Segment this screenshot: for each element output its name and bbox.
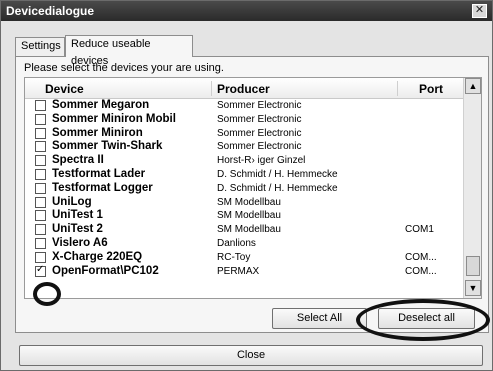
device-checkbox[interactable] bbox=[35, 155, 46, 167]
column-header-producer[interactable]: Producer bbox=[217, 82, 270, 96]
table-row[interactable]: UniTest 1 SM Modellbau bbox=[25, 209, 463, 222]
device-checkbox[interactable] bbox=[35, 113, 46, 125]
device-checkbox[interactable] bbox=[35, 210, 46, 222]
column-divider[interactable] bbox=[211, 81, 212, 96]
device-name: Testformat Lader bbox=[52, 168, 146, 180]
vertical-scrollbar[interactable]: ▲ ▼ bbox=[463, 78, 481, 298]
table-row[interactable]: UniTest 2 SM Modellbau COM1 bbox=[25, 223, 463, 236]
table-row[interactable]: Vislero A6 Danlions bbox=[25, 237, 463, 250]
device-checkbox[interactable] bbox=[35, 127, 46, 139]
device-name: Sommer Twin-Shark bbox=[52, 140, 163, 153]
table-row[interactable]: Sommer Twin-Shark Sommer Electronic bbox=[25, 140, 463, 153]
device-checkbox[interactable] bbox=[35, 100, 46, 111]
device-checkbox[interactable] bbox=[35, 224, 46, 236]
tab-settings[interactable]: Settings bbox=[15, 37, 65, 56]
device-name: Testformat Logger bbox=[52, 181, 153, 194]
table-row[interactable]: Testformat Logger D. Schmidt / H. Hemmeck… bbox=[25, 181, 463, 195]
device-name: UniTest 2 bbox=[52, 223, 103, 236]
device-producer: SM Modellbau bbox=[217, 196, 281, 208]
device-name: Sommer Megaron bbox=[52, 99, 150, 111]
deselect-all-button[interactable]: Deselect all bbox=[378, 308, 475, 329]
device-name: X-Charge 220EQ bbox=[52, 250, 143, 263]
scrollbar-thumb[interactable] bbox=[466, 256, 480, 276]
device-producer: Sommer Electronic bbox=[217, 100, 302, 111]
close-icon: ✕ bbox=[474, 4, 485, 16]
device-checkbox[interactable] bbox=[35, 264, 46, 277]
device-name: UniLog bbox=[52, 195, 92, 208]
tab-reduce-useable-devices[interactable]: Reduce useable devices bbox=[65, 35, 193, 67]
device-checkbox[interactable] bbox=[35, 238, 46, 249]
device-name: Vislero A6 bbox=[52, 237, 108, 249]
device-producer: RC-Toy bbox=[217, 251, 251, 263]
chevron-up-icon: ▲ bbox=[468, 81, 478, 91]
table-row[interactable]: Sommer Miniron Sommer Electronic bbox=[25, 126, 463, 140]
device-port: COM1 bbox=[405, 224, 434, 236]
select-all-button[interactable]: Select All bbox=[272, 308, 367, 329]
device-checkbox[interactable] bbox=[35, 182, 46, 194]
column-divider[interactable] bbox=[397, 81, 398, 96]
device-producer: Sommer Electronic bbox=[217, 141, 302, 153]
chevron-down-icon: ▼ bbox=[468, 283, 478, 293]
table-row[interactable]: Sommer Miniron Mobil Sommer Electronic bbox=[25, 112, 463, 126]
table-row[interactable]: X-Charge 220EQ RC-Toy COM... bbox=[25, 250, 463, 264]
device-checkbox[interactable] bbox=[35, 141, 46, 153]
device-name: UniTest 1 bbox=[52, 209, 103, 222]
scroll-down-button[interactable]: ▼ bbox=[465, 280, 481, 296]
column-header-device[interactable]: Device bbox=[45, 82, 84, 96]
device-producer: Sommer Electronic bbox=[217, 127, 302, 139]
table-row[interactable]: OpenFormat\PC102 PERMAX COM... bbox=[25, 264, 463, 278]
device-name: Sommer Miniron Mobil bbox=[52, 112, 176, 125]
window-title: Devicedialogue bbox=[6, 4, 95, 18]
tab-panel: Please select the devices your are using… bbox=[15, 56, 489, 333]
device-name: Sommer Miniron bbox=[52, 126, 143, 139]
device-producer: Horst-R› iger Ginzel bbox=[217, 155, 306, 167]
table-row[interactable]: Testformat Lader D. Schmidt / H. Hemmecke bbox=[25, 168, 463, 181]
table-row[interactable]: Sommer Megaron Sommer Electronic bbox=[25, 99, 463, 112]
device-list: Device Producer Port Sommer Megaron Somme… bbox=[24, 77, 482, 299]
device-producer: D. Schmidt / H. Hemmecke bbox=[217, 182, 338, 194]
instructions-text: Please select the devices your are using… bbox=[24, 62, 224, 74]
device-port: COM... bbox=[405, 265, 437, 277]
table-row[interactable]: Spectra II Horst-R› iger Ginzel bbox=[25, 154, 463, 167]
device-checkbox[interactable] bbox=[35, 196, 46, 208]
table-row[interactable]: UniLog SM Modellbau bbox=[25, 195, 463, 209]
device-producer: SM Modellbau bbox=[217, 224, 281, 236]
device-producer: D. Schmidt / H. Hemmecke bbox=[217, 169, 338, 180]
device-producer: Danlions bbox=[217, 238, 256, 249]
device-port: COM... bbox=[405, 251, 437, 263]
scroll-up-button[interactable]: ▲ bbox=[465, 78, 481, 94]
device-producer: PERMAX bbox=[217, 265, 260, 277]
device-dialog-window: Devicedialogue ✕ Settings Reduce useable… bbox=[0, 0, 493, 371]
close-button[interactable]: Close bbox=[19, 345, 483, 366]
device-producer: Sommer Electronic bbox=[217, 113, 302, 125]
device-checkbox[interactable] bbox=[35, 169, 46, 180]
title-bar: Devicedialogue ✕ bbox=[1, 1, 492, 21]
tab-settings-label: Settings bbox=[21, 40, 61, 52]
device-name: Spectra II bbox=[52, 154, 104, 167]
list-header: Device Producer Port bbox=[25, 78, 463, 99]
close-window-button[interactable]: ✕ bbox=[472, 4, 487, 18]
column-header-port[interactable]: Port bbox=[419, 82, 443, 96]
device-name: OpenFormat\PC102 bbox=[52, 264, 159, 277]
device-producer: SM Modellbau bbox=[217, 210, 281, 222]
device-checkbox[interactable] bbox=[35, 251, 46, 263]
